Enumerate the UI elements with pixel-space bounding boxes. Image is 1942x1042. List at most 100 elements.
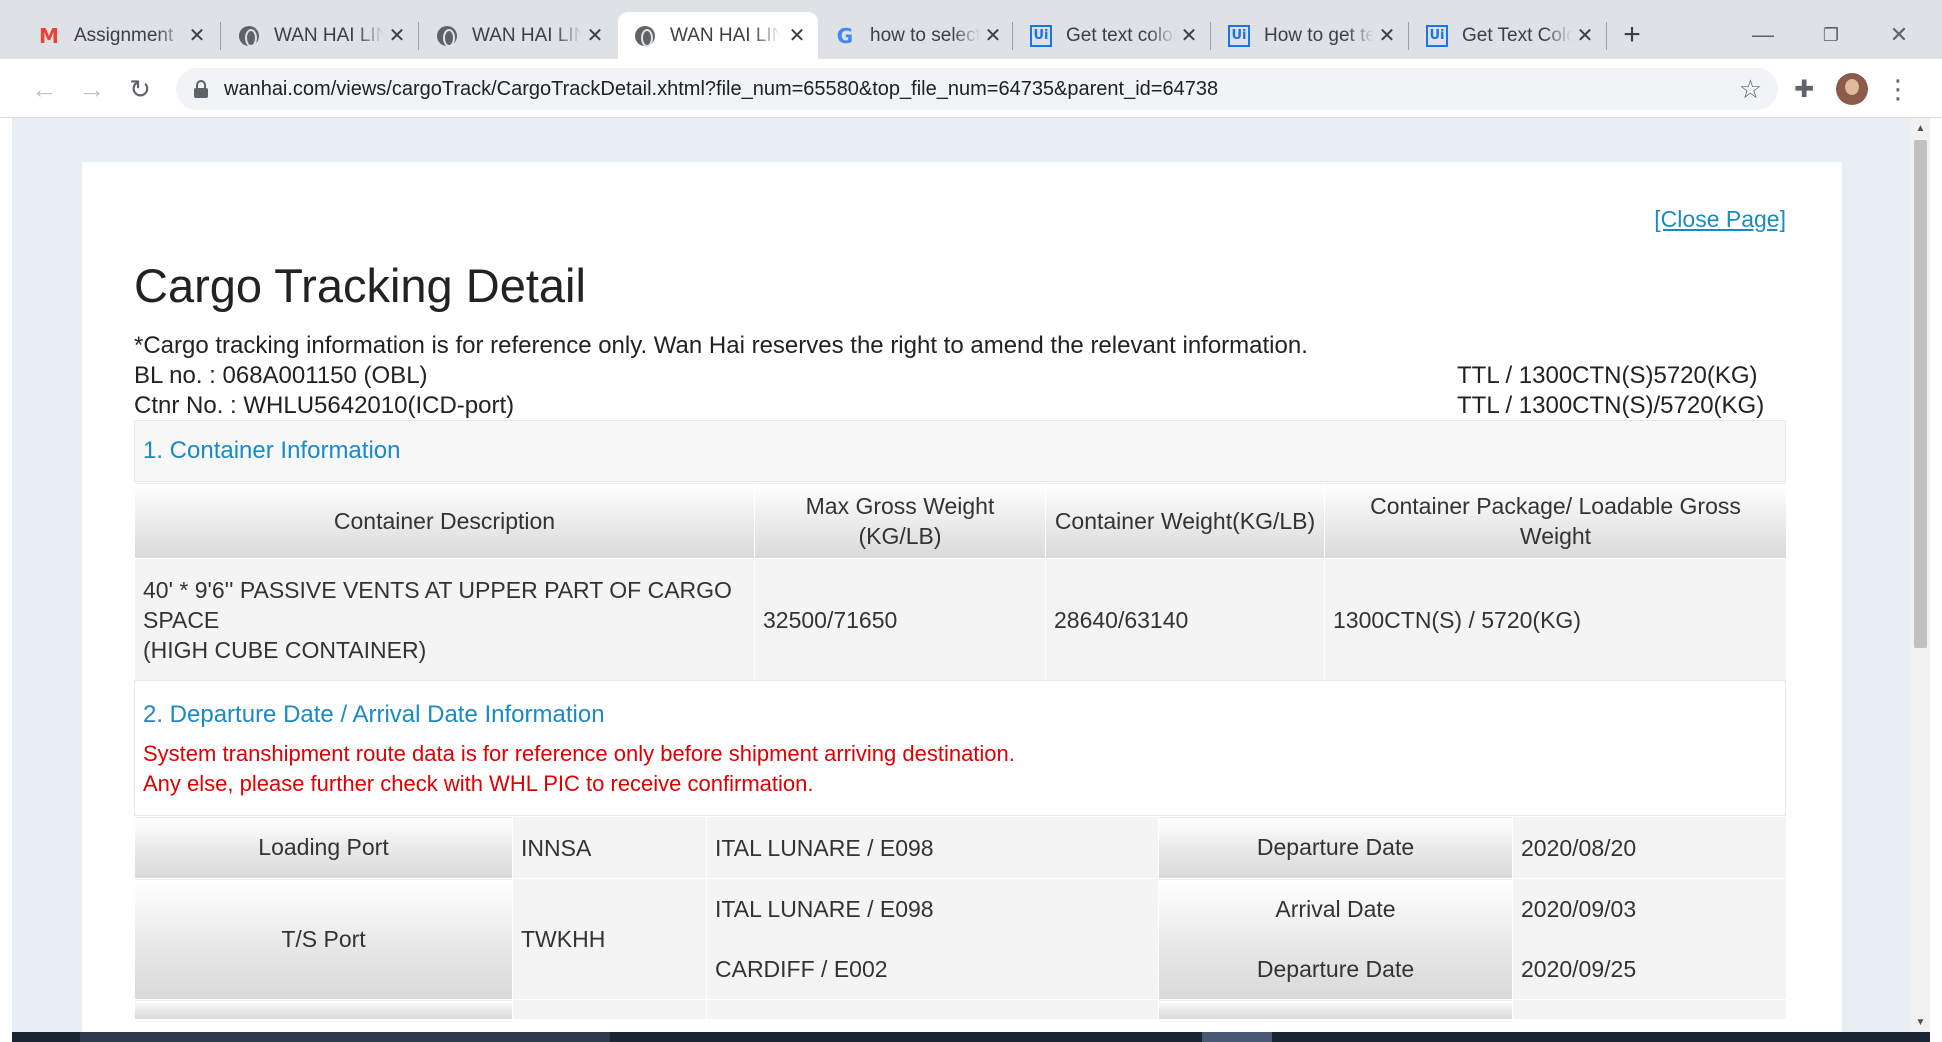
menu-kebab-icon[interactable]: ⋮ xyxy=(1885,71,1911,107)
globe-icon xyxy=(238,25,260,47)
tab-title: Get text color xyxy=(1066,24,1176,46)
globe-icon xyxy=(634,25,656,47)
window-close-icon[interactable]: ✕ xyxy=(1882,18,1916,52)
extensions-icon[interactable]: ✚ xyxy=(1786,71,1822,107)
tab-strip: M Assignment ✕ WAN HAI LINES ✕ WAN HAI L… xyxy=(0,0,1942,59)
container-info-section: 1. Container Information xyxy=(134,420,1786,482)
tab-title: WAN HAI LINES xyxy=(274,24,384,46)
close-icon[interactable]: ✕ xyxy=(1376,25,1398,47)
scroll-up-arrow-icon[interactable]: ▲ xyxy=(1911,118,1930,138)
scrollbar-thumb[interactable] xyxy=(1914,140,1927,648)
tab-wanhai-active[interactable]: WAN HAI LINES ✕ xyxy=(618,12,818,59)
ttl-summary-1: TTL / 1300CTN(S)5720(KG) xyxy=(1457,362,1758,389)
ttl-summary-2: TTL / 1300CTN(S)/5720(KG) xyxy=(1457,392,1765,419)
loading-vessel: ITAL LUNARE / E098 xyxy=(706,816,1159,879)
departure-date-value: 2020/08/20 xyxy=(1512,816,1787,879)
new-tab-button[interactable]: + xyxy=(1615,18,1649,52)
minimize-icon[interactable]: — xyxy=(1746,18,1780,52)
forward-icon[interactable]: → xyxy=(74,71,110,107)
table-row: T/S Port TWKHH ITAL LUNARE / E098 CARDIF… xyxy=(134,878,1787,1000)
tab-title: WAN HAI LINES xyxy=(670,24,780,46)
departure-date-label: Departure Date xyxy=(1256,955,1415,982)
uipath-icon: Ui xyxy=(1030,24,1052,47)
lock-icon xyxy=(194,80,208,98)
section-title: 1. Container Information xyxy=(143,437,401,464)
google-icon: G xyxy=(836,23,854,48)
column-header-package: Container Package/ Loadable Gross Weight xyxy=(1324,482,1787,559)
tab-title: how to select xyxy=(870,24,980,46)
departure-date-label: Departure Date xyxy=(1158,816,1513,879)
table-row: Loading Port INNSA ITAL LUNARE / E098 De… xyxy=(134,816,1787,879)
description-line: 40' * 9'6'' PASSIVE VENTS AT UPPER PART … xyxy=(143,576,732,633)
tab-title: Assignment xyxy=(74,24,174,46)
profile-avatar[interactable] xyxy=(1836,73,1868,105)
close-icon[interactable]: ✕ xyxy=(1178,25,1200,47)
arrival-date-label: Arrival Date xyxy=(1275,895,1396,922)
warning-text: Any else, please further check with WHL … xyxy=(143,771,814,796)
browser-toolbar: ← → ↻ wanhai.com/views/cargoTrack/CargoT… xyxy=(0,59,1942,118)
column-header-description: Container Description xyxy=(134,482,755,559)
package-cell: 1300CTN(S) / 5720(KG) xyxy=(1324,558,1787,681)
tab-google[interactable]: G how to select ✕ xyxy=(818,12,1014,59)
arrival-date-value: 2020/09/03 xyxy=(1521,896,1637,922)
scroll-down-arrow-icon[interactable]: ▼ xyxy=(1911,1012,1930,1032)
page-viewport: [Close Page] Cargo Tracking Detail *Carg… xyxy=(12,118,1911,1032)
departure-info-section: 2. Departure Date / Arrival Date Informa… xyxy=(134,680,1786,816)
close-icon[interactable]: ✕ xyxy=(1574,25,1596,47)
container-number: Ctnr No. : WHLU5642010(ICD-port) xyxy=(134,392,515,419)
description-line: (HIGH CUBE CONTAINER) xyxy=(143,636,427,663)
os-taskbar xyxy=(12,1032,1930,1042)
ts-vessel-out: CARDIFF / E002 xyxy=(715,956,888,982)
ts-vessel-in: ITAL LUNARE / E098 xyxy=(715,896,934,922)
table-row-partial xyxy=(134,999,1787,1020)
tab-title: How to get text xyxy=(1264,24,1374,46)
vertical-scrollbar[interactable]: ▲ ▼ xyxy=(1911,118,1930,1032)
tab-wanhai-2[interactable]: WAN HAI LINES ✕ xyxy=(420,12,616,59)
tab-uipath-1[interactable]: Ui Get text color ✕ xyxy=(1014,12,1210,59)
ts-port-code: TWKHH xyxy=(512,878,707,1000)
tab-gmail[interactable]: M Assignment ✕ xyxy=(22,12,218,59)
loading-port-code: INNSA xyxy=(512,816,707,879)
container-weight-cell: 28640/63140 xyxy=(1045,558,1325,681)
close-icon[interactable]: ✕ xyxy=(584,25,606,47)
container-description-cell: 40' * 9'6'' PASSIVE VENTS AT UPPER PART … xyxy=(134,558,755,681)
ts-vessel-cell: ITAL LUNARE / E098 CARDIFF / E002 xyxy=(706,878,1159,1000)
tab-uipath-3[interactable]: Ui Get Text Color ✕ xyxy=(1410,12,1606,59)
url-text[interactable]: wanhai.com/views/cargoTrack/CargoTrackDe… xyxy=(224,78,1218,101)
table-row: 40' * 9'6'' PASSIVE VENTS AT UPPER PART … xyxy=(134,558,1787,681)
globe-icon xyxy=(436,25,458,47)
close-icon[interactable]: ✕ xyxy=(386,25,408,47)
page-title: Cargo Tracking Detail xyxy=(134,259,586,312)
address-bar[interactable]: wanhai.com/views/cargoTrack/CargoTrackDe… xyxy=(176,68,1778,110)
column-header-max-gross: Max Gross Weight (KG/LB) xyxy=(754,482,1046,559)
column-header-container-weight: Container Weight(KG/LB) xyxy=(1045,482,1325,559)
warning-text: System transhipment route data is for re… xyxy=(143,741,1015,766)
close-icon[interactable]: ✕ xyxy=(186,25,208,47)
tab-wanhai-1[interactable]: WAN HAI LINES ✕ xyxy=(222,12,418,59)
close-icon[interactable]: ✕ xyxy=(786,25,808,47)
table-header-row: Container Description Max Gross Weight (… xyxy=(134,482,1787,559)
container-info-table: Container Description Max Gross Weight (… xyxy=(134,482,1787,681)
back-icon[interactable]: ← xyxy=(26,71,62,107)
route-table: Loading Port INNSA ITAL LUNARE / E098 De… xyxy=(134,816,1787,1020)
disclaimer-text: *Cargo tracking information is for refer… xyxy=(134,332,1308,359)
max-gross-cell: 32500/71650 xyxy=(754,558,1046,681)
close-page-link[interactable]: [Close Page] xyxy=(1654,206,1786,233)
close-icon[interactable]: ✕ xyxy=(982,25,1004,47)
bl-number: BL no. : 068A001150 (OBL) xyxy=(134,362,428,389)
tab-uipath-2[interactable]: Ui How to get text ✕ xyxy=(1212,12,1408,59)
uipath-icon: Ui xyxy=(1228,24,1250,47)
departure-date-value: 2020/09/25 xyxy=(1521,956,1637,982)
tab-title: Get Text Color xyxy=(1462,24,1572,46)
bookmark-star-icon[interactable]: ☆ xyxy=(1739,74,1762,105)
reload-icon[interactable]: ↻ xyxy=(122,71,158,107)
ts-date-label-cell: Arrival Date Departure Date xyxy=(1158,878,1513,1000)
ts-date-value-cell: 2020/09/03 2020/09/25 xyxy=(1512,878,1787,1000)
content-card: [Close Page] Cargo Tracking Detail *Carg… xyxy=(82,162,1842,1032)
tab-title: WAN HAI LINES xyxy=(472,24,582,46)
section-title: 2. Departure Date / Arrival Date Informa… xyxy=(143,701,605,728)
restore-icon[interactable]: ❐ xyxy=(1814,18,1848,52)
loading-port-label: Loading Port xyxy=(134,816,513,879)
gmail-icon: M xyxy=(39,23,59,48)
ts-port-label: T/S Port xyxy=(134,878,513,1000)
